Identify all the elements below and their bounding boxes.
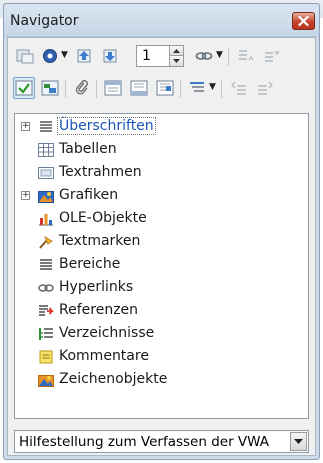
tree-item-label: Überschriften xyxy=(57,117,156,135)
previous-icon xyxy=(77,49,91,63)
page-number-spinbox[interactable]: 1 xyxy=(136,45,184,67)
tree-item-label: Textmarken xyxy=(59,233,141,249)
promote-level-button[interactable] xyxy=(235,45,257,67)
toolbar-separator xyxy=(65,80,66,98)
navigation-icon xyxy=(43,49,57,63)
drag-mode-button[interactable] xyxy=(193,45,215,67)
headings-icon xyxy=(37,119,55,135)
toggle-icon xyxy=(16,49,34,64)
heading-levels-button[interactable] xyxy=(186,77,208,99)
toolbar-separator xyxy=(228,48,229,66)
demote-level-icon xyxy=(265,50,280,62)
anchor-button[interactable] xyxy=(154,77,176,99)
drag-mode-dropdown-arrow[interactable]: ▼ xyxy=(216,50,223,60)
toolbar-separator xyxy=(221,80,222,98)
tree-item-label: Verzeichnisse xyxy=(59,325,155,341)
chevron-up-icon xyxy=(173,48,180,53)
page-number-value: 1 xyxy=(142,48,151,64)
content-view-icon xyxy=(15,80,33,96)
list-box-button[interactable] xyxy=(39,77,61,99)
previous-button[interactable] xyxy=(73,45,95,67)
promote-chapter-icon xyxy=(231,81,246,95)
toolbar-separator xyxy=(96,80,97,98)
tree-item-comments[interactable]: Kommentare xyxy=(15,346,308,368)
comment-icon xyxy=(37,349,55,365)
footer-icon xyxy=(130,80,148,96)
list-box-icon xyxy=(41,80,59,96)
tree-item-tables[interactable]: Tabellen xyxy=(15,139,308,161)
index-icon xyxy=(37,326,55,342)
tree-item-hyperlinks[interactable]: Hyperlinks xyxy=(15,277,308,299)
chevron-down-icon xyxy=(294,439,303,444)
tree-item-label: Grafiken xyxy=(59,187,119,203)
drag-mode-icon xyxy=(195,52,213,60)
tree-item-ole-objects[interactable]: OLE-Objekte xyxy=(15,208,308,230)
demote-chapter-icon xyxy=(258,81,273,95)
heading-levels-dropdown-arrow[interactable]: ▼ xyxy=(209,82,216,92)
heading-levels-icon xyxy=(190,82,204,92)
tree-item-graphics[interactable]: + Grafiken xyxy=(15,185,308,207)
anchor-icon xyxy=(156,80,174,96)
bookmark-icon xyxy=(37,234,55,250)
graphics-icon xyxy=(37,188,55,204)
toolbar-separator xyxy=(180,80,181,98)
toolbar-row-1: ▼ 1 ▼ xyxy=(8,42,315,72)
tree-item-references[interactable]: Referenzen xyxy=(15,300,308,322)
tree-item-headings[interactable]: + Überschriften xyxy=(15,116,308,138)
tree-item-drawing-objects[interactable]: Zeichenobjekte xyxy=(15,369,308,391)
drawing-object-icon xyxy=(37,372,55,388)
toggle-button[interactable] xyxy=(14,45,36,67)
spin-up-button[interactable] xyxy=(169,46,183,56)
chevron-down-icon xyxy=(173,59,180,63)
navigator-window: Navigator ▼ 1 ▼ ▼ + Überschriften Tabell… xyxy=(3,3,320,460)
header-icon xyxy=(104,80,122,96)
content-view-button[interactable] xyxy=(13,77,35,99)
promote-level-icon xyxy=(239,50,254,61)
tree-item-text-frames[interactable]: Textrahmen xyxy=(15,162,308,184)
navigation-dropdown-arrow[interactable]: ▼ xyxy=(61,50,68,60)
next-button[interactable] xyxy=(99,45,121,67)
tree-item-label: Tabellen xyxy=(59,141,117,157)
tree-item-indexes[interactable]: Verzeichnisse xyxy=(15,323,308,345)
ole-object-icon xyxy=(37,211,55,227)
navigator-panel: ▼ 1 ▼ ▼ + Überschriften Tabellen Textrah… xyxy=(7,37,316,456)
content-tree[interactable]: + Überschriften Tabellen Textrahmen + Gr… xyxy=(14,113,309,419)
next-icon xyxy=(103,49,117,63)
document-select-dropdown-button[interactable] xyxy=(290,432,307,451)
table-icon xyxy=(37,142,55,158)
header-button[interactable] xyxy=(102,77,124,99)
promote-chapter-button[interactable] xyxy=(228,77,250,99)
close-icon xyxy=(298,16,309,26)
set-reminder-button[interactable] xyxy=(71,77,93,99)
tree-item-sections[interactable]: Bereiche xyxy=(15,254,308,276)
tree-item-label: Bereiche xyxy=(59,256,121,272)
expand-toggle[interactable]: + xyxy=(21,122,30,131)
tree-item-bookmarks[interactable]: Textmarken xyxy=(15,231,308,253)
hyperlink-icon xyxy=(37,280,55,296)
tree-item-label: Zeichenobjekte xyxy=(59,371,168,387)
document-select[interactable]: Hilfestellung zum Verfassen der VWA xyxy=(14,430,309,453)
set-reminder-icon xyxy=(75,80,88,95)
toolbar-row-2: ▼ xyxy=(8,74,315,104)
section-icon xyxy=(37,257,55,273)
window-title: Navigator xyxy=(10,13,79,29)
spin-down-button[interactable] xyxy=(169,56,183,66)
navigation-button[interactable] xyxy=(39,45,61,67)
tree-item-label: Kommentare xyxy=(59,348,149,364)
tree-item-label: OLE-Objekte xyxy=(59,210,147,226)
document-select-value: Hilfestellung zum Verfassen der VWA xyxy=(19,434,269,450)
close-button[interactable] xyxy=(292,12,315,30)
demote-chapter-button[interactable] xyxy=(254,77,276,99)
footer-button[interactable] xyxy=(128,77,150,99)
tree-item-label: Hyperlinks xyxy=(59,279,134,295)
tree-item-label: Referenzen xyxy=(59,302,139,318)
text-frame-icon xyxy=(37,165,55,181)
expand-toggle[interactable]: + xyxy=(21,191,30,200)
demote-level-button[interactable] xyxy=(261,45,283,67)
reference-icon xyxy=(37,303,55,319)
tree-item-label: Textrahmen xyxy=(59,164,142,180)
title-bar[interactable]: Navigator xyxy=(4,4,319,37)
